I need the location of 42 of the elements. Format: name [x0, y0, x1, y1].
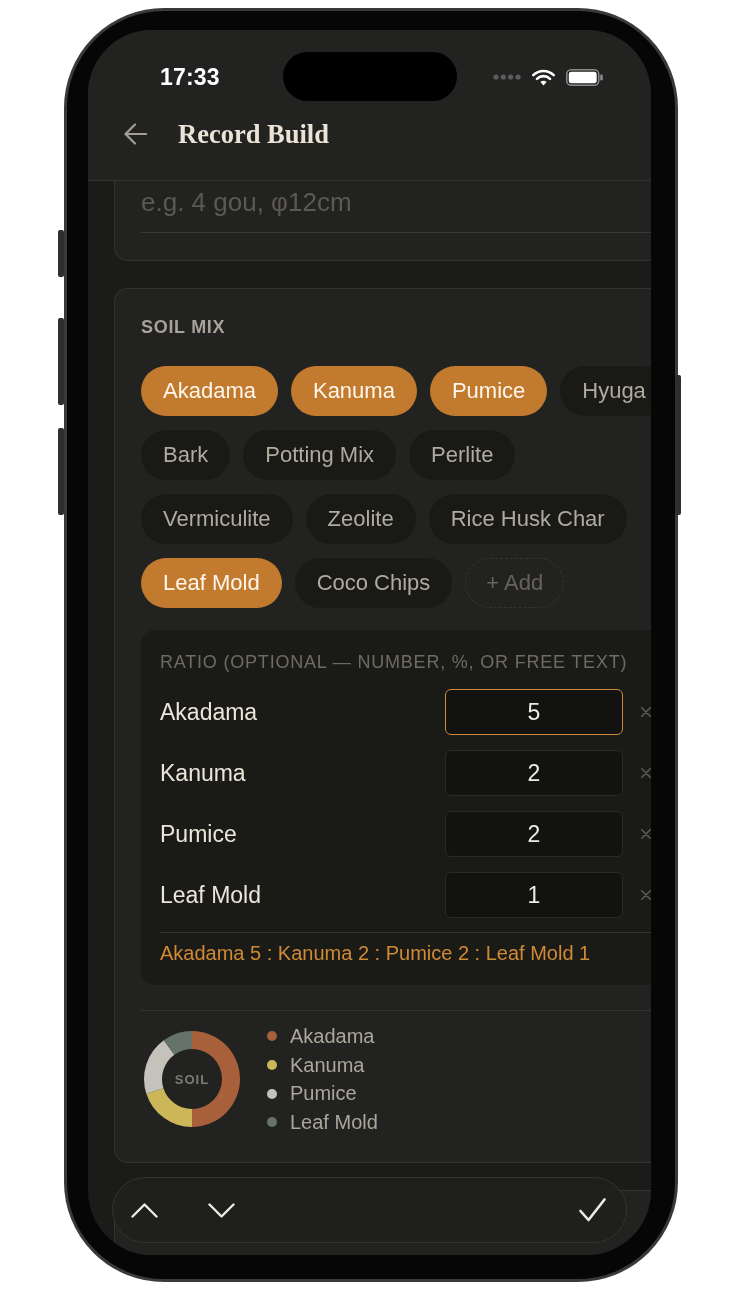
legend-label: Leaf Mold [290, 1110, 378, 1134]
material-chip[interactable]: Zeolite [305, 494, 416, 544]
material-chip[interactable]: Bark [141, 430, 231, 480]
material-chip[interactable]: Coco Chips [294, 558, 453, 608]
side-button[interactable] [58, 318, 64, 405]
close-icon[interactable] [641, 890, 651, 900]
ratio-summary: Akadama 5 : Kanuma 2 : Pumice 2 : Leaf Mold 1 [160, 941, 592, 965]
material-chip[interactable]: Rice Husk Char [428, 494, 627, 544]
section-title: SOIL MIX [141, 317, 227, 337]
chevron-down-icon[interactable] [208, 1202, 235, 1218]
ratio-name: Akadama [160, 698, 259, 726]
close-icon[interactable] [641, 707, 651, 717]
battery-icon [566, 68, 603, 86]
material-chip[interactable]: Hyuga [560, 366, 651, 416]
chevron-up-icon[interactable] [131, 1202, 158, 1218]
text-input[interactable]: e.g. 4 gou, φ12cm [141, 187, 651, 217]
ratio-label: RATIO (OPTIONAL — NUMBER, %, OR FREE TEXT) [160, 652, 629, 672]
legend-label: Akadama [290, 1024, 375, 1048]
ratio-name: Kanuma [160, 759, 247, 787]
ratio-input[interactable]: 2 [445, 750, 623, 796]
wifi-icon [532, 68, 555, 86]
close-icon[interactable] [641, 829, 651, 839]
side-button[interactable] [58, 230, 64, 277]
donut-center-label: SOIL [174, 1071, 210, 1087]
legend-label: Pumice [290, 1082, 357, 1106]
side-button[interactable] [58, 428, 64, 515]
material-chip[interactable]: Vermiculite [141, 494, 293, 544]
ratio-input[interactable]: 5 [445, 689, 623, 735]
page-title: Record Build [178, 119, 329, 149]
close-icon[interactable] [641, 768, 651, 778]
ratio-name: Pumice [160, 820, 238, 848]
material-chip[interactable]: Perlite [409, 430, 516, 480]
signal-icon [493, 74, 521, 80]
status-time: 17:33 [160, 63, 220, 91]
back-arrow-icon[interactable] [124, 123, 147, 145]
text-field[interactable]: e.g. 4 gou, φ12cm [141, 187, 651, 233]
checkmark-icon[interactable] [579, 1198, 606, 1222]
ratio-input[interactable]: 2 [445, 811, 623, 857]
ratio-input[interactable]: 1 [445, 872, 623, 918]
material-chip[interactable]: Potting Mix [243, 430, 397, 480]
ratio-name: Leaf Mold [160, 881, 262, 909]
legend-label: Kanuma [290, 1053, 365, 1077]
